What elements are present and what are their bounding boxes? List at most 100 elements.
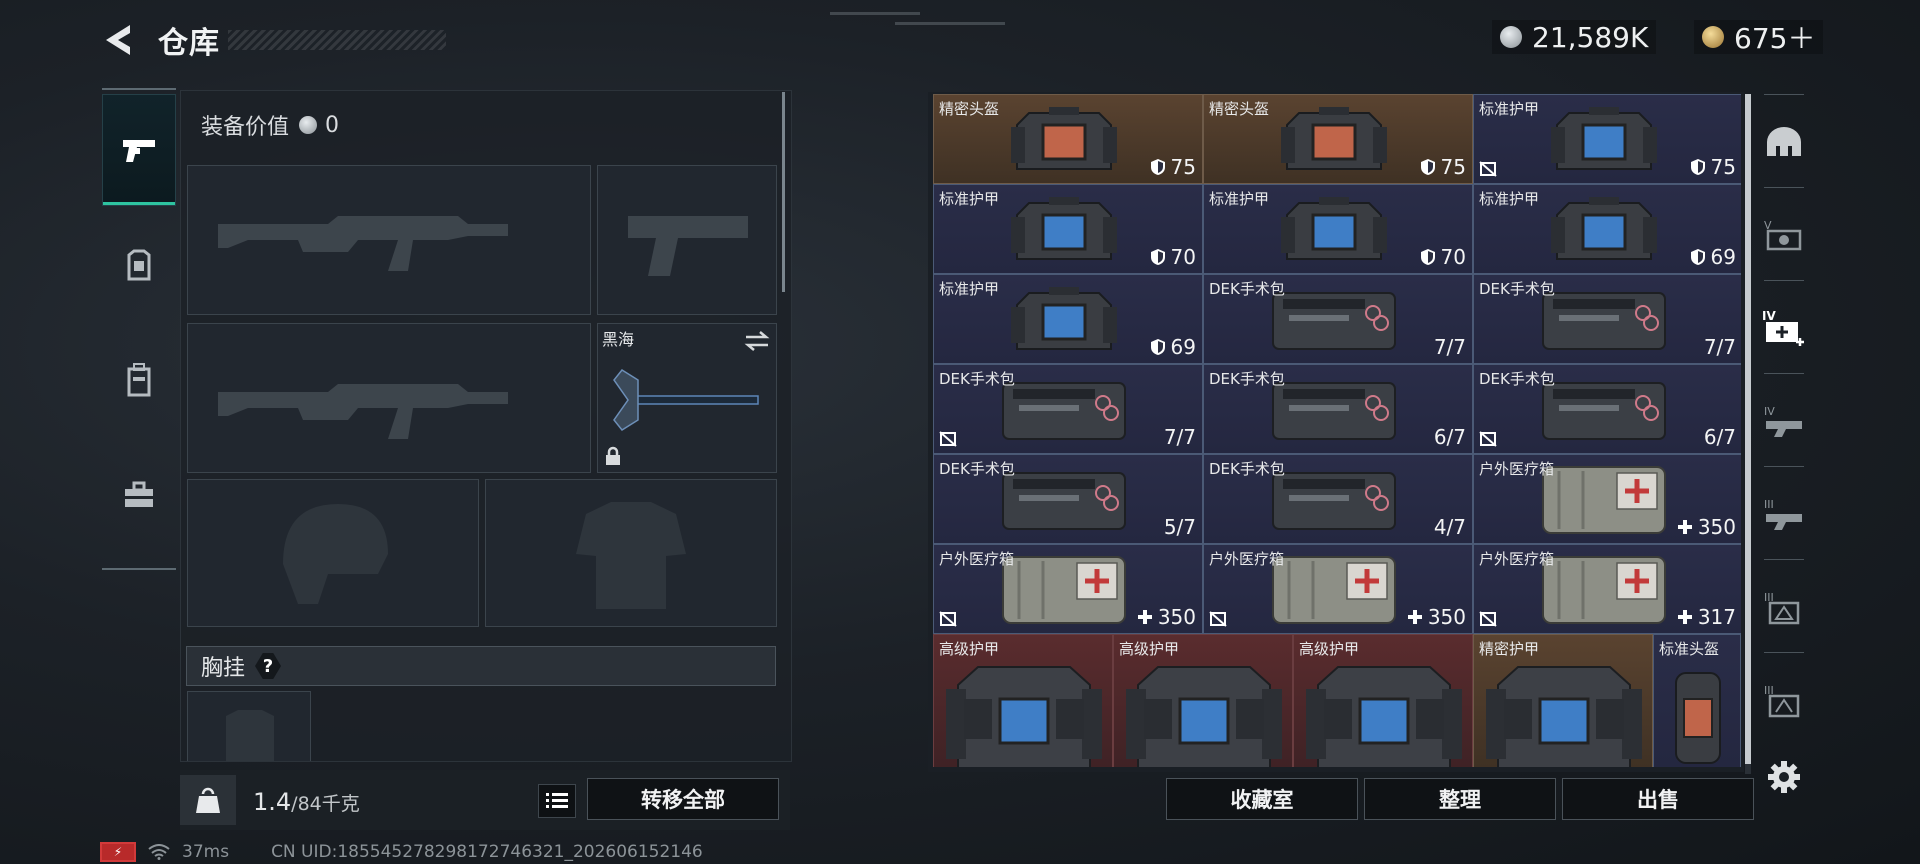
inventory-item[interactable]: DEK手术包 7/7 <box>933 364 1203 454</box>
filter-tier-v[interactable]: V <box>1752 195 1816 275</box>
uid-text: CN UID:18554527829817274632​1_2026061521… <box>271 842 703 862</box>
filter-tier-iv[interactable]: IV <box>1752 381 1816 461</box>
inventory-item[interactable]: DEK手术包 7/7 <box>1473 274 1741 364</box>
item-name: 精密护甲 <box>1479 640 1540 658</box>
item-value-text: 70 <box>1440 245 1466 269</box>
page-title: 仓库 <box>158 26 220 61</box>
filter-tier-iii[interactable]: III <box>1752 474 1816 554</box>
item-name: 高级护甲 <box>939 640 1000 658</box>
melee-slot[interactable]: 黑海 <box>597 323 777 473</box>
title-decoration <box>228 30 446 50</box>
sidearm-slot[interactable] <box>597 165 777 315</box>
armor-item-icon <box>1306 666 1462 767</box>
item-name: 户外医疗箱 <box>939 550 1015 568</box>
inventory-item[interactable]: 户外医疗箱 350 <box>933 544 1203 634</box>
inventory-item[interactable]: 高级护甲 <box>933 634 1113 767</box>
inventory-item[interactable]: DEK手术包 4/7 <box>1203 454 1473 544</box>
armor-item-icon <box>1126 666 1282 767</box>
no-insure-icon <box>1479 161 1497 177</box>
medkit-item-icon <box>1542 466 1666 534</box>
filter-helmet[interactable] <box>1752 102 1816 182</box>
bg-decor <box>895 22 1005 25</box>
secondary-weapon-slot[interactable] <box>187 323 591 473</box>
item-name: 高级护甲 <box>1119 640 1180 658</box>
weight-icon-box <box>180 775 236 825</box>
item-value-text: 7/7 <box>1703 335 1736 359</box>
silver-coin-icon <box>299 116 318 134</box>
armor-silhouette-icon <box>576 502 686 609</box>
svg-text:III: III <box>1764 498 1774 511</box>
durability-shield-icon <box>1150 339 1165 355</box>
list-view-button[interactable] <box>538 784 576 818</box>
inventory-item[interactable]: DEK手术包 6/7 <box>1473 364 1741 454</box>
inventory-item[interactable]: DEK手术包 7/7 <box>1203 274 1473 364</box>
armor-item-icon <box>1551 107 1657 170</box>
help-button[interactable]: ? <box>255 653 282 679</box>
swap-icon[interactable] <box>744 330 770 352</box>
durability-shield-icon <box>1690 159 1705 175</box>
filter-tier-iv-med[interactable]: IV <box>1752 288 1816 368</box>
sort-button[interactable]: 整理 <box>1364 778 1556 820</box>
item-value: 7/7 <box>1164 425 1196 449</box>
melee-name: 黑海 <box>602 330 635 349</box>
no-insure-icon <box>939 611 957 627</box>
item-name: 标准护甲 <box>1479 100 1540 118</box>
tier-iv-med-filter-icon: IV <box>1762 309 1804 346</box>
chest-rig-slot[interactable] <box>187 691 311 761</box>
helmet-slot[interactable] <box>187 479 479 627</box>
inventory-item[interactable]: 精密头盔 75 <box>933 94 1203 184</box>
nav-item-weapons[interactable] <box>102 94 176 206</box>
inventory-item[interactable]: 户外医疗箱 317 <box>1473 544 1741 634</box>
sell-button[interactable]: 出售 <box>1562 778 1754 820</box>
item-value: 317 <box>1677 605 1736 629</box>
inventory-item[interactable]: 标准护甲 70 <box>933 184 1203 274</box>
item-name: 标准护甲 <box>939 280 1000 298</box>
item-name: 户外医疗箱 <box>1479 460 1555 478</box>
body-armor-slot[interactable] <box>485 479 777 627</box>
inventory-item[interactable]: 标准护甲 69 <box>933 274 1203 364</box>
filter-tier-iii-vest[interactable]: III <box>1752 660 1816 740</box>
item-value-text: 70 <box>1170 245 1196 269</box>
inventory-item[interactable]: 户外医疗箱 350 <box>1203 544 1473 634</box>
inventory-item[interactable]: 高级护甲 <box>1293 634 1473 767</box>
svg-text:IV: IV <box>1764 405 1775 418</box>
back-button[interactable] <box>100 22 140 58</box>
inventory-item[interactable]: 高级护甲 <box>1113 634 1293 767</box>
rifle-silhouette-icon <box>218 384 508 439</box>
helmet-item-icon <box>1675 672 1721 764</box>
chest-rig-header: 胸挂 ? <box>186 646 776 686</box>
inventory-item[interactable]: 户外医疗箱 350 <box>1473 454 1741 544</box>
inventory-item[interactable]: DEK手术包 5/7 <box>933 454 1203 544</box>
filter-tier-iii-armor[interactable]: III <box>1752 567 1816 647</box>
durability-shield-icon <box>1150 249 1165 265</box>
inventory-item[interactable]: 标准护甲 70 <box>1203 184 1473 274</box>
inventory-item[interactable]: 标准护甲 69 <box>1473 184 1741 274</box>
inventory-scrollbar[interactable] <box>1745 94 1751 764</box>
item-value: 350 <box>1407 605 1466 629</box>
nav-item-armor[interactable] <box>102 211 176 321</box>
item-value: 69 <box>1690 245 1736 269</box>
item-value: 70 <box>1150 245 1196 269</box>
currency-silver: 21,589K <box>1492 20 1657 54</box>
item-value-text: 75 <box>1170 155 1196 179</box>
settings-button[interactable] <box>1752 742 1816 812</box>
inventory-item[interactable]: DEK手术包 6/7 <box>1203 364 1473 454</box>
nav-item-backpack[interactable] <box>102 325 176 435</box>
equipment-scrollbar[interactable] <box>782 92 785 292</box>
collection-room-button[interactable]: 收藏室 <box>1166 778 1358 820</box>
nav-divider <box>102 568 176 570</box>
primary-weapon-slot[interactable] <box>187 165 591 315</box>
settings-icon <box>1768 761 1800 793</box>
item-value-text: 69 <box>1710 245 1736 269</box>
equipment-value-label: 装备价值 <box>201 115 290 140</box>
transfer-all-button[interactable]: 转移全部 <box>587 778 779 820</box>
nav-item-toolbox[interactable] <box>102 440 176 550</box>
rifle-silhouette-icon <box>218 216 508 271</box>
item-value-text: 350 <box>1697 515 1736 539</box>
inventory-item[interactable]: 标准护甲 75 <box>1473 94 1741 184</box>
medkit-item-icon <box>1542 556 1666 624</box>
inventory-item[interactable]: 精密护甲 <box>1473 634 1653 767</box>
inventory-item[interactable]: 标准头盔 <box>1653 634 1741 767</box>
inventory-item[interactable]: 精密头盔 75 <box>1203 94 1473 184</box>
wifi-icon <box>148 844 170 860</box>
